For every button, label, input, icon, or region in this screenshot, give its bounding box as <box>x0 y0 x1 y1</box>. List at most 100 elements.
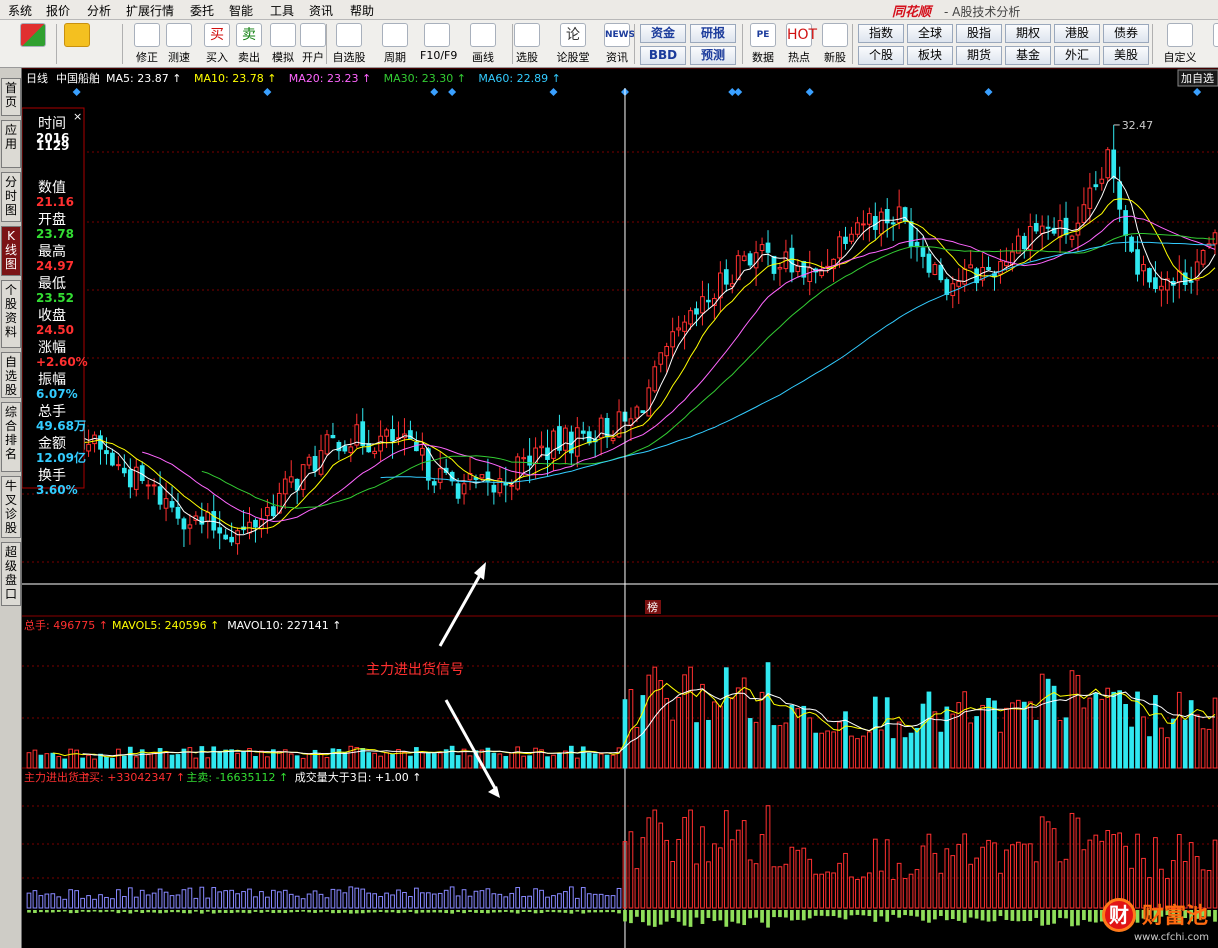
sidebar-tab-1[interactable]: 应用 <box>1 120 21 168</box>
add-watchlist-button[interactable]: 加自选 <box>1177 69 1218 87</box>
toolbar-back-arrow-button[interactable] <box>60 22 94 66</box>
menu-6[interactable]: 工具 <box>270 2 294 19</box>
toolbar-clock-button[interactable]: 周期 <box>378 22 412 66</box>
market-button[interactable]: 板块 <box>907 46 953 65</box>
sidebar-tab-3[interactable]: K线图 <box>1 226 21 276</box>
menu-5[interactable]: 智能 <box>229 2 253 19</box>
toolbar-more-button[interactable]: 多 <box>1206 22 1218 66</box>
toolbar-hammer-button[interactable]: 模拟 <box>266 22 300 66</box>
main-sell-bar <box>1034 910 1039 918</box>
toolbar-speed-button[interactable]: 测速 <box>162 22 196 66</box>
market-button[interactable]: 股指 <box>956 24 1002 43</box>
volume-bar <box>878 729 884 769</box>
toolbar-f10-button[interactable]: F10/F9 <box>420 22 457 66</box>
toolbar-pe-button[interactable]: PE 数据 <box>746 22 780 66</box>
volume-bar <box>521 755 527 769</box>
main-sell-bar <box>790 910 794 921</box>
menu-2[interactable]: 分析 <box>87 2 111 19</box>
volume-legend-2: MAVOL10: 227141 ↑ <box>227 619 341 632</box>
main-sell-bar <box>497 910 502 913</box>
market-button[interactable]: 全球 <box>907 24 953 43</box>
quick-button[interactable]: 资金 <box>640 24 686 43</box>
main-sell-bar <box>539 910 544 914</box>
volume-bar <box>92 758 97 769</box>
toolbar-buy-button[interactable]: 买买入 <box>200 22 234 66</box>
sidebar-tab-4[interactable]: 个股资料 <box>1 280 21 348</box>
menu-7[interactable]: 资讯 <box>309 2 333 19</box>
volume-bar <box>1015 699 1021 769</box>
svg-text:榜: 榜 <box>647 600 658 614</box>
toolbar-custom-button[interactable]: 自定义 <box>1160 22 1200 66</box>
main-sell-bar <box>968 910 973 918</box>
volume-bar <box>497 753 503 769</box>
volume-bar <box>1194 714 1200 769</box>
toolbar-forum-button[interactable]: 论论股堂 <box>556 22 590 66</box>
news-icon: NEWS <box>604 23 635 47</box>
volume-bar <box>664 697 670 769</box>
main-sell-bar <box>408 910 413 912</box>
volume-bar <box>1111 691 1117 769</box>
main-sell-bar <box>396 910 401 914</box>
toolbar-lock-button[interactable]: 开户 <box>296 22 330 66</box>
volume-bar <box>557 752 562 769</box>
menu-0[interactable]: 系统 <box>8 2 32 19</box>
market-button[interactable]: 港股 <box>1054 24 1100 43</box>
quick-button[interactable]: 预测 <box>690 46 736 65</box>
market-button[interactable]: 基金 <box>1005 46 1051 65</box>
main-sell-bar <box>283 910 288 914</box>
market-button[interactable]: 期货 <box>956 46 1002 65</box>
main-sell-bar <box>801 910 806 921</box>
toolbar-monitor-button[interactable]: 选股 <box>510 22 544 66</box>
main-sell-bar <box>420 910 425 913</box>
sidebar-tab-7[interactable]: 牛叉诊股 <box>1 476 21 538</box>
menu-4[interactable]: 委托 <box>190 2 214 19</box>
main-sell-bar <box>641 910 645 923</box>
sidebar-tab-5[interactable]: 自选股 <box>1 352 21 398</box>
market-button[interactable]: 个股 <box>858 46 904 65</box>
market-button[interactable]: 债券 <box>1103 24 1149 43</box>
main-sell-bar <box>939 910 943 916</box>
sidebar-tab-2[interactable]: 分时图 <box>1 172 21 222</box>
main-sell-bar <box>27 910 31 913</box>
toolbar-news-button[interactable]: NEWS 资讯 <box>600 22 635 66</box>
toolbar-new-stock-button[interactable]: 新股 <box>818 22 852 66</box>
sidebar-tab-8[interactable]: 超级盘口 <box>1 542 21 606</box>
volume-bar <box>68 748 74 769</box>
main-sell-bar <box>1076 910 1080 926</box>
candle <box>747 250 753 268</box>
sidebar-tab-0[interactable]: 首页 <box>1 78 21 116</box>
kline-chart[interactable]: 32.47 榜 日线 中国船舶 MA5: 23.87 ↑ MA10: 23.78 ↑ MA2… <box>22 68 1218 948</box>
volume-bar <box>1206 728 1212 769</box>
volume-bar <box>1164 737 1170 769</box>
main-sell-bar <box>140 910 145 914</box>
menu-8[interactable]: 帮助 <box>350 2 374 19</box>
sidebar-tab-6[interactable]: 综合排名 <box>1 402 21 472</box>
market-button[interactable]: 期权 <box>1005 24 1051 43</box>
main-sell-bar <box>593 910 598 913</box>
hot-icon: HOT <box>786 23 817 47</box>
main-sell-bar <box>247 910 252 914</box>
market-button[interactable]: 外汇 <box>1054 46 1100 65</box>
main-sell-bar <box>295 910 300 913</box>
volume-bar <box>348 745 354 769</box>
toolbar-pen-button[interactable]: 画线 <box>466 22 500 66</box>
market-button[interactable]: 美股 <box>1103 46 1149 65</box>
toolbar-grid-button[interactable] <box>16 22 50 66</box>
info-label: 开盘 <box>38 211 66 228</box>
menu-1[interactable]: 报价 <box>46 2 70 19</box>
toolbar-up-down-arrows-button[interactable]: 修正 <box>130 22 164 66</box>
menu-3[interactable]: 扩展行情 <box>126 2 174 19</box>
info-value: 23.78 <box>36 227 74 241</box>
volume-bar <box>127 746 133 769</box>
quick-button[interactable]: 研报 <box>690 24 736 43</box>
quick-button[interactable]: BBD <box>640 46 686 65</box>
main-sell-bar <box>176 910 180 913</box>
main-sell-bar <box>116 910 121 914</box>
main-sell-bar <box>223 910 228 913</box>
toolbar-sell-button[interactable]: 卖卖出 <box>232 22 266 66</box>
toolbar-star-button[interactable]: 自选股 <box>332 22 366 66</box>
toolbar-hot-button[interactable]: HOT 热点 <box>782 22 817 66</box>
main-sell-bar <box>1016 910 1021 922</box>
market-button[interactable]: 指数 <box>858 24 904 43</box>
volume-bar <box>342 751 348 769</box>
